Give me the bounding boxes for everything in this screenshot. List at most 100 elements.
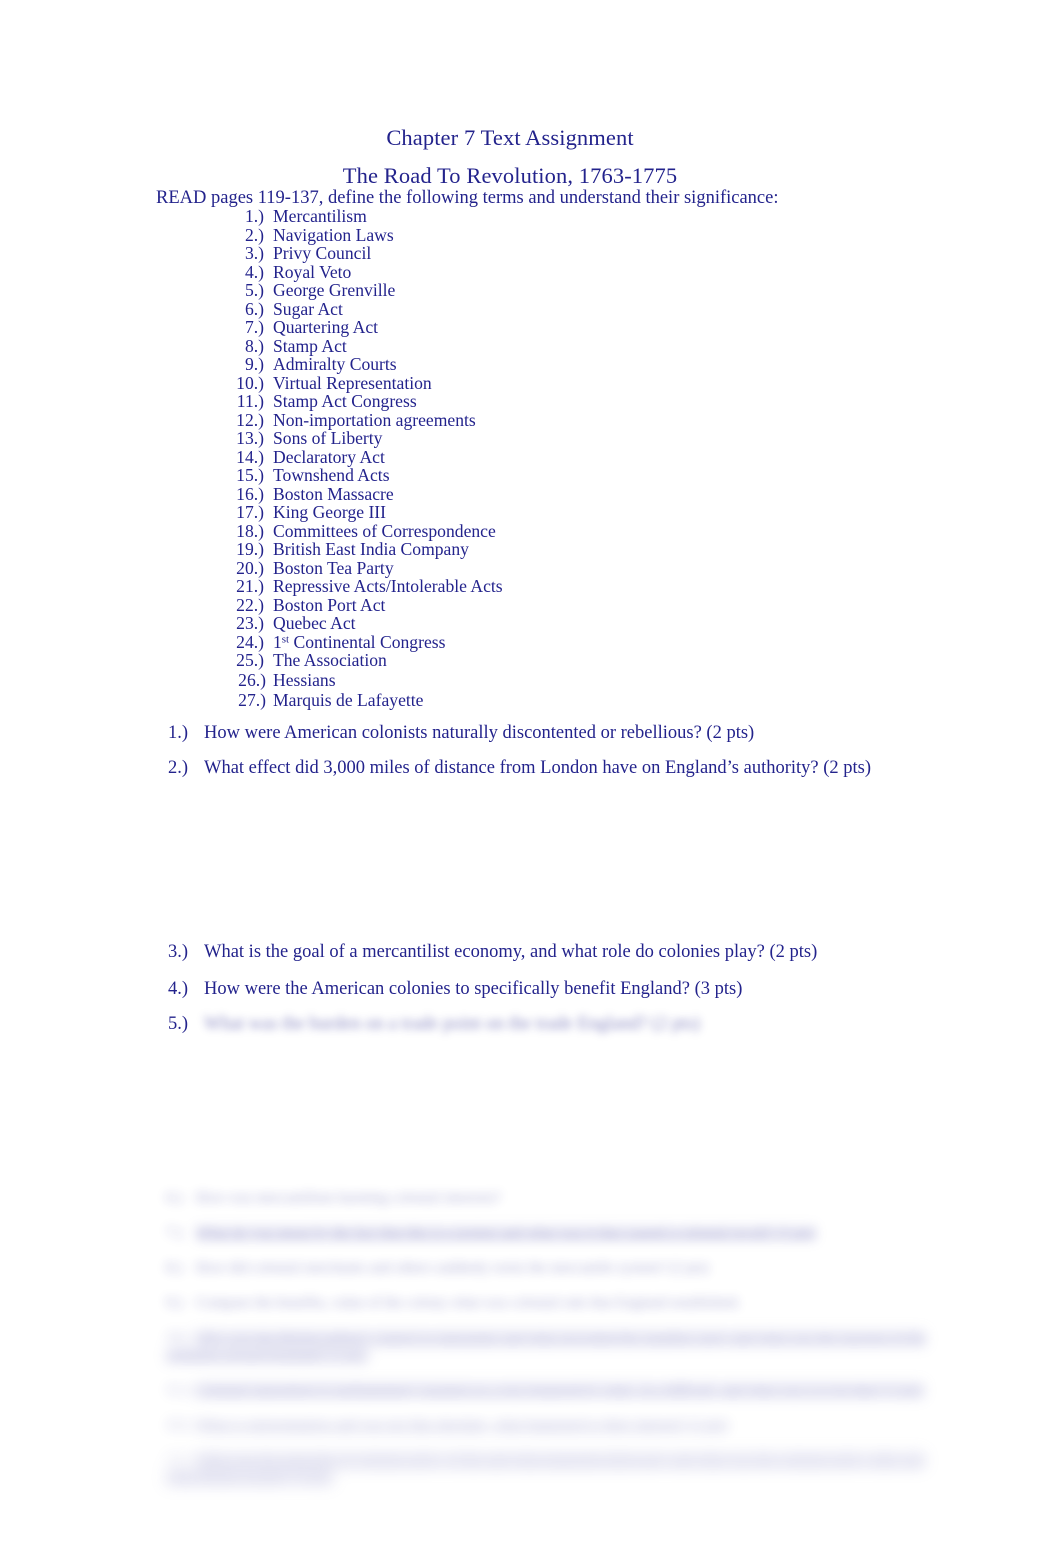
list-item: 13.) Sons of Liberty bbox=[228, 429, 503, 448]
list-item: 19.) British East India Company bbox=[228, 540, 503, 559]
obscured-question-8: 8.) How did colonial merchants and others… bbox=[166, 1260, 926, 1277]
list-item-number: 11.) bbox=[236, 391, 264, 411]
question-number: 13.) bbox=[166, 1452, 190, 1468]
list-item-label: Non-importation agreements bbox=[273, 409, 476, 430]
list-item-label: Stamp Act Congress bbox=[273, 391, 417, 411]
list-item: 5.) George Grenville bbox=[228, 281, 503, 300]
list-item-label: Boston Massacre bbox=[273, 483, 394, 504]
question-text-obscured: What do you mean by the fact that this i… bbox=[196, 1225, 816, 1241]
list-item-label: Townshend Acts bbox=[273, 465, 390, 485]
list-item-label: Boston Port Act bbox=[273, 594, 386, 615]
list-item-number: 6.) bbox=[244, 298, 264, 319]
obscured-question-9: 9.) Compare the benefits, value of the co… bbox=[166, 1295, 926, 1312]
list-item-label: Committees of Correspondence bbox=[273, 520, 496, 541]
list-item: 22.) Boston Port Act bbox=[228, 594, 503, 615]
list-item-label: Sons of Liberty bbox=[273, 428, 383, 448]
terms-list: 1.) Mercantilism 2.) Navigation Laws 3.) Pr… bbox=[228, 207, 503, 710]
list-item: 25.) The Association bbox=[228, 651, 503, 670]
list-item-label: Hessians bbox=[273, 669, 336, 690]
ordinal-suffix: st bbox=[281, 632, 290, 645]
question-5: 5.) What was the burden on a trade point … bbox=[168, 1013, 700, 1035]
obscured-question-13: 13.) What was the principle of colonial p… bbox=[166, 1452, 926, 1486]
question-4: 4.) How were the American colonies to spe… bbox=[168, 978, 742, 1000]
question-number: 7.) bbox=[166, 1225, 183, 1241]
list-item: 2.) Navigation Laws bbox=[228, 224, 503, 245]
obscured-question-6: 6.) How was mercantilism harming colonial… bbox=[166, 1190, 926, 1207]
question-number: 11.) bbox=[166, 1382, 190, 1398]
question-number: 12.) bbox=[166, 1417, 190, 1433]
list-item-label: Admiralty Courts bbox=[273, 354, 397, 374]
list-item: 16.) Boston Massacre bbox=[228, 483, 503, 504]
question-number: 3.) bbox=[168, 942, 189, 962]
list-item: 1.) Mercantilism bbox=[228, 207, 503, 226]
obscured-questions-block: 6.) How was mercantilism harming colonial… bbox=[166, 1190, 926, 1504]
list-item-label: Declaratory Act bbox=[273, 446, 385, 467]
list-item-label: Virtual Representation bbox=[273, 372, 432, 393]
list-item-number: 9.) bbox=[244, 354, 264, 374]
question-2: 2.) What effect did 3,000 miles of distan… bbox=[168, 757, 871, 779]
document-page: Chapter 7 Text Assignment The Road To Re… bbox=[0, 0, 1062, 1561]
question-number: 10.) bbox=[166, 1330, 190, 1346]
list-item-number: 16.) bbox=[236, 483, 264, 504]
question-text-obscured: Compare the benefits, value of the colon… bbox=[196, 1295, 741, 1311]
list-item-number: 7.) bbox=[244, 317, 264, 337]
list-item: 14.) Declaratory Act bbox=[228, 446, 503, 467]
question-text: What is the goal of a mercantilist econo… bbox=[204, 942, 818, 962]
list-item-number: 2.) bbox=[244, 224, 264, 245]
list-item-number: 21.) bbox=[236, 576, 264, 596]
list-item-label-rest: Continental Congress bbox=[289, 631, 446, 652]
list-item: 23.) Quebec Act bbox=[228, 614, 503, 633]
list-item: 18.) Committees of Correspondence bbox=[228, 520, 503, 541]
question-number: 8.) bbox=[166, 1260, 183, 1276]
list-item-number: 8.) bbox=[244, 335, 264, 356]
list-item-number: 4.) bbox=[244, 261, 264, 282]
list-item-number: 23.) bbox=[236, 613, 264, 633]
obscured-question-7: 7.) What do you mean by the fact that thi… bbox=[166, 1225, 926, 1242]
list-item-label: King George III bbox=[273, 502, 387, 522]
list-item: 17.) King George III bbox=[228, 503, 503, 522]
list-item-label: Navigation Laws bbox=[273, 224, 394, 245]
list-item-label: Privy Council bbox=[273, 243, 372, 263]
list-item-number: 10.) bbox=[236, 372, 264, 393]
list-item: 4.) Royal Veto bbox=[228, 261, 503, 282]
list-item-label: The Association bbox=[273, 650, 387, 670]
list-item-number: 15.) bbox=[236, 465, 264, 485]
obscured-question-10: 10.) Why was the British military control… bbox=[166, 1330, 926, 1364]
list-item: 15.) Townshend Acts bbox=[228, 466, 503, 485]
question-text: What effect did 3,000 miles of distance … bbox=[204, 758, 872, 778]
list-item: 26.) Hessians bbox=[228, 670, 503, 690]
list-item: 20.) Boston Tea Party bbox=[228, 557, 503, 578]
question-number: 5.) bbox=[168, 1014, 189, 1034]
list-item: 21.) Repressive Acts/Intolerable Acts bbox=[228, 577, 503, 596]
list-item-label: Marquis de Lafayette bbox=[273, 689, 424, 710]
list-item-number: 26.) bbox=[238, 669, 266, 690]
list-item-label: George Grenville bbox=[273, 280, 396, 300]
ordinal-number: 1 bbox=[273, 631, 282, 652]
obscured-question-11: 11.) Colonial opposition to parliamentary… bbox=[166, 1382, 926, 1399]
list-item-number: 1.) bbox=[244, 206, 264, 226]
list-item-label: Boston Tea Party bbox=[273, 557, 394, 578]
list-item: 6.) Sugar Act bbox=[228, 298, 503, 319]
list-item-number: 5.) bbox=[244, 280, 264, 300]
list-item-number: 20.) bbox=[236, 557, 264, 578]
question-text-obscured: How was mercantilism harming colonial in… bbox=[196, 1190, 501, 1206]
question-number: 1.) bbox=[168, 723, 189, 743]
page-subtitle: The Road To Revolution, 1763-1775 bbox=[342, 163, 678, 188]
obscured-question-12: 12.) What is representation and was not t… bbox=[166, 1417, 926, 1434]
list-item-number: 19.) bbox=[236, 539, 264, 559]
list-item: 10.) Virtual Representation bbox=[228, 372, 503, 393]
question-1: 1.) How were American colonists naturally… bbox=[168, 722, 754, 744]
question-number: 2.) bbox=[168, 758, 189, 778]
list-item-number: 25.) bbox=[236, 650, 264, 670]
question-text-obscured: What was the principle of colonial polic… bbox=[166, 1452, 925, 1485]
list-item-label: Repressive Acts/Intolerable Acts bbox=[273, 576, 503, 596]
question-text: How were the American colonies to specif… bbox=[204, 979, 743, 999]
list-item-number: 12.) bbox=[236, 409, 264, 430]
question-number: 4.) bbox=[168, 979, 189, 999]
question-3: 3.) What is the goal of a mercantilist ec… bbox=[168, 941, 817, 963]
question-text-obscured: What is representation and was not that … bbox=[196, 1417, 728, 1433]
list-item-number: 24.) bbox=[236, 631, 264, 652]
list-item-label: Mercantilism bbox=[273, 206, 367, 226]
question-number: 9.) bbox=[166, 1295, 183, 1311]
list-item: 9.) Admiralty Courts bbox=[228, 355, 503, 374]
